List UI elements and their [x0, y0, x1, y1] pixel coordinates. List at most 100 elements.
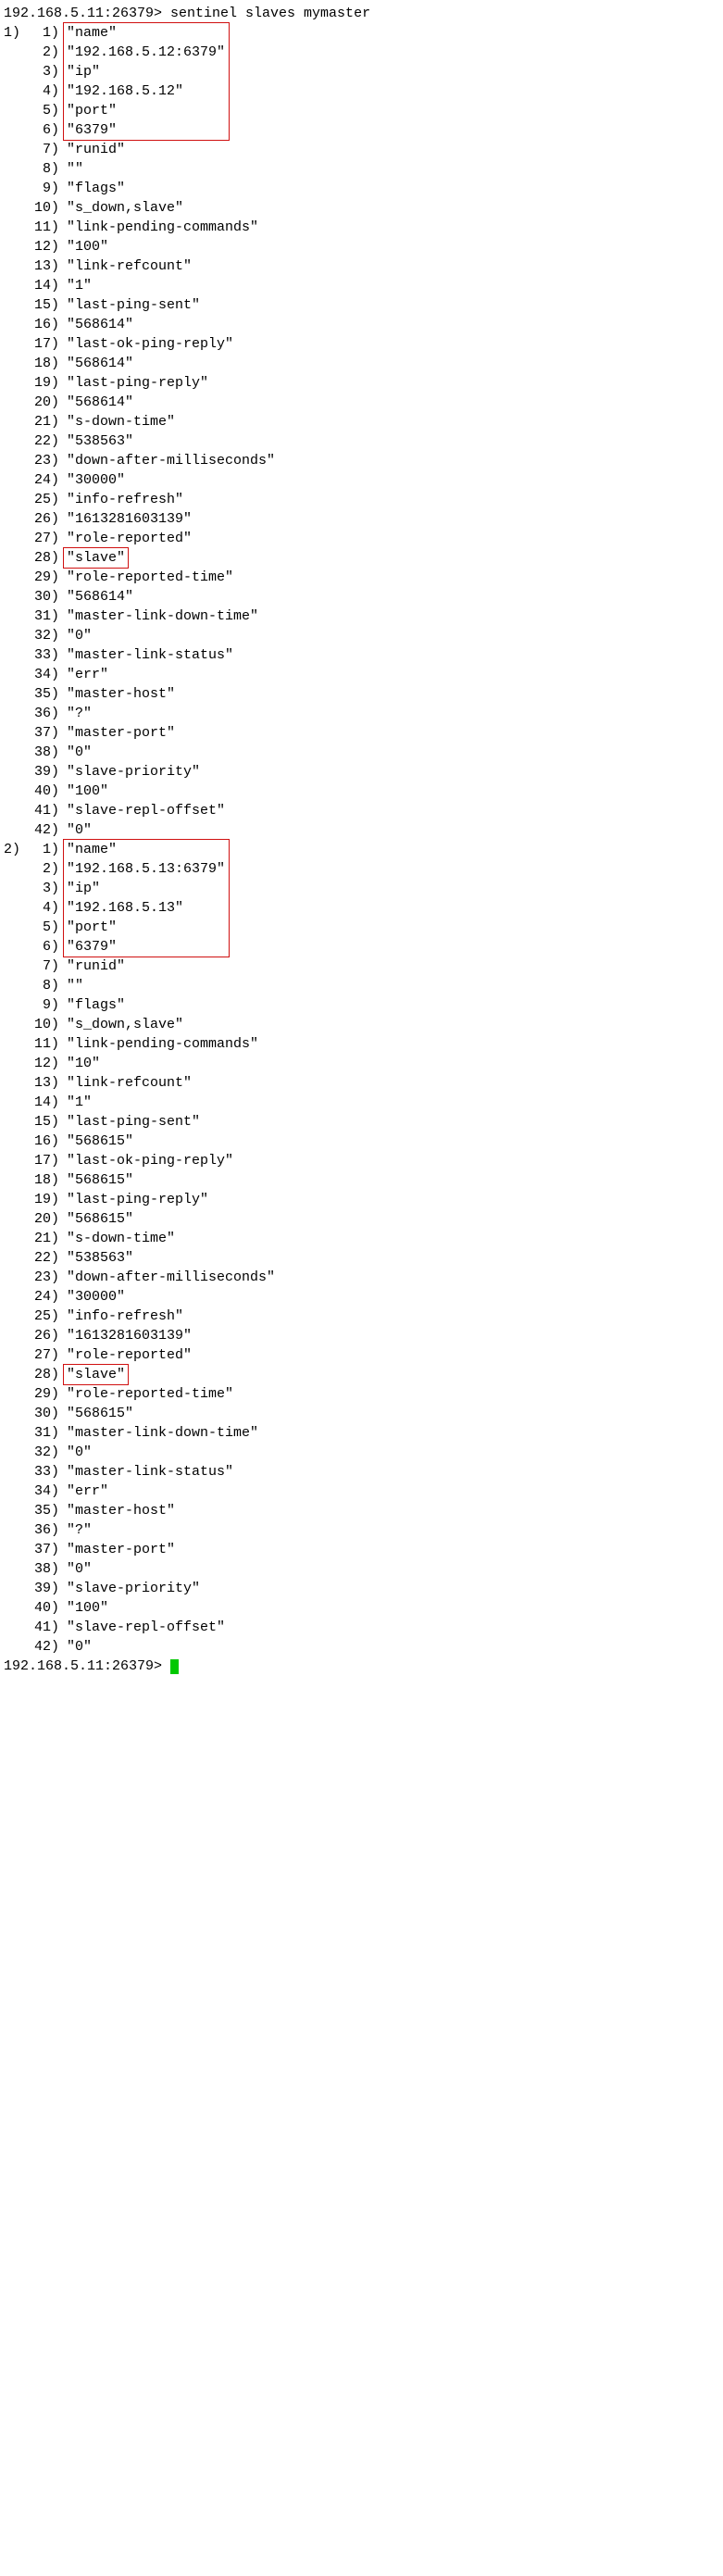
- item-value: "role-reported-time": [65, 1384, 235, 1404]
- item-index: 33): [26, 1462, 59, 1482]
- item-index: 10): [26, 1015, 59, 1034]
- item-index: 42): [26, 1637, 59, 1657]
- item-index: 7): [26, 957, 59, 976]
- output-line: 11)"link-pending-commands": [4, 218, 719, 237]
- item-value: "": [65, 159, 85, 179]
- item-index: 36): [26, 704, 59, 723]
- item-value: "": [65, 976, 85, 995]
- output-line: 12)"100": [4, 237, 719, 256]
- item-value: "568614": [65, 315, 135, 334]
- item-index: 9): [26, 179, 59, 198]
- output-line: 16)"568614": [4, 315, 719, 334]
- item-index: 19): [26, 373, 59, 393]
- item-value: "last-ping-sent": [65, 1112, 202, 1132]
- item-index: 19): [26, 1190, 59, 1209]
- item-index: 5): [26, 101, 59, 120]
- prompt-line[interactable]: 192.168.5.11:26379>: [4, 1657, 719, 1676]
- output-line: 10)"s_down,slave": [4, 1015, 719, 1034]
- item-index: 35): [26, 1501, 59, 1520]
- item-index: 41): [26, 1618, 59, 1637]
- item-value: "role-reported-time": [65, 568, 235, 587]
- item-value: "flags": [65, 179, 127, 198]
- output-line: 37)"master-port": [4, 723, 719, 743]
- item-index: 26): [26, 509, 59, 529]
- item-value: "1613281603139": [65, 1326, 193, 1345]
- output-line: 9) "flags": [4, 179, 719, 198]
- item-index: 20): [26, 393, 59, 412]
- item-index: 38): [26, 743, 59, 762]
- output-line: 24)"30000": [4, 1287, 719, 1307]
- output-line: 26)"1613281603139": [4, 509, 719, 529]
- item-index: 28): [26, 1365, 59, 1384]
- item-index: 7): [26, 140, 59, 159]
- output-line: 3)"ip": [4, 62, 719, 81]
- item-value: "master-port": [65, 1540, 177, 1559]
- item-value: "6379": [65, 937, 118, 957]
- output-line: 22)"538563": [4, 1248, 719, 1268]
- item-value: "last-ping-sent": [65, 295, 202, 315]
- item-value: "192.168.5.13:6379": [65, 859, 227, 879]
- item-value: "568615": [65, 1209, 135, 1229]
- item-index: 1): [26, 840, 59, 859]
- item-value: "30000": [65, 470, 127, 490]
- item-index: 20): [26, 1209, 59, 1229]
- output-line: 25) "info-refresh": [4, 1307, 719, 1326]
- item-index: 25): [26, 1307, 59, 1326]
- item-value: "link-refcount": [65, 1073, 193, 1093]
- output-line: 1)1)"name": [4, 23, 719, 43]
- item-index: 37): [26, 723, 59, 743]
- output-line: 27)"role-reported": [4, 529, 719, 548]
- item-value: "568614": [65, 393, 135, 412]
- item-value: "568615": [65, 1132, 135, 1151]
- item-value: "last-ok-ping-reply": [65, 1151, 235, 1170]
- item-index: 14): [26, 276, 59, 295]
- item-index: 10): [26, 198, 59, 218]
- item-index: 21): [26, 412, 59, 431]
- output-line: 11)"link-pending-commands": [4, 1034, 719, 1054]
- item-value: "0": [65, 1559, 93, 1579]
- item-value: "runid": [65, 140, 127, 159]
- item-index: 17): [26, 334, 59, 354]
- item-index: 13): [26, 256, 59, 276]
- item-index: 8): [26, 976, 59, 995]
- item-index: 17): [26, 1151, 59, 1170]
- group-index: 1): [4, 23, 26, 43]
- output-line: 33)"master-link-status": [4, 645, 719, 665]
- item-value: "568614": [65, 587, 135, 606]
- output-line: 10)"s_down,slave": [4, 198, 719, 218]
- output-line: 14)"1": [4, 1093, 719, 1112]
- output-line: 28) "slave": [4, 1365, 719, 1384]
- prompt-line[interactable]: 192.168.5.11:26379> sentinel slaves myma…: [4, 4, 719, 23]
- group-index: 2): [4, 840, 26, 859]
- output-line: 15)"last-ping-sent": [4, 1112, 719, 1132]
- item-value: "slave": [65, 1365, 127, 1384]
- item-index: 34): [26, 1482, 59, 1501]
- item-value: "info-refresh": [65, 1307, 185, 1326]
- item-value: "ip": [65, 62, 102, 81]
- item-index: 32): [26, 1443, 59, 1462]
- item-value: "s-down-time": [65, 1229, 177, 1248]
- output-line: 29)"role-reported-time": [4, 568, 719, 587]
- output-line: 15) "last-ping-sent": [4, 295, 719, 315]
- item-index: 18): [26, 354, 59, 373]
- item-index: 15): [26, 295, 59, 315]
- item-index: 30): [26, 587, 59, 606]
- output-line: 19)"last-ping-reply": [4, 1190, 719, 1209]
- item-index: 42): [26, 820, 59, 840]
- output-line: 9)"flags": [4, 995, 719, 1015]
- item-index: 11): [26, 1034, 59, 1054]
- output-line: 18)"568614": [4, 354, 719, 373]
- output-line: 17)"last-ok-ping-reply": [4, 334, 719, 354]
- item-index: 1): [26, 23, 59, 43]
- item-index: 12): [26, 1054, 59, 1073]
- output-line: 21) "s-down-time": [4, 1229, 719, 1248]
- item-index: 21): [26, 1229, 59, 1248]
- item-value: "slave-priority": [65, 1579, 202, 1598]
- output-line: 4)"192.168.5.12": [4, 81, 719, 101]
- item-index: 22): [26, 1248, 59, 1268]
- prompt-host: 192.168.5.11:26379>: [4, 6, 170, 21]
- item-index: 18): [26, 1170, 59, 1190]
- output-line: 2)"192.168.5.13:6379": [4, 859, 719, 879]
- item-index: 27): [26, 1345, 59, 1365]
- item-value: "10": [65, 1054, 102, 1073]
